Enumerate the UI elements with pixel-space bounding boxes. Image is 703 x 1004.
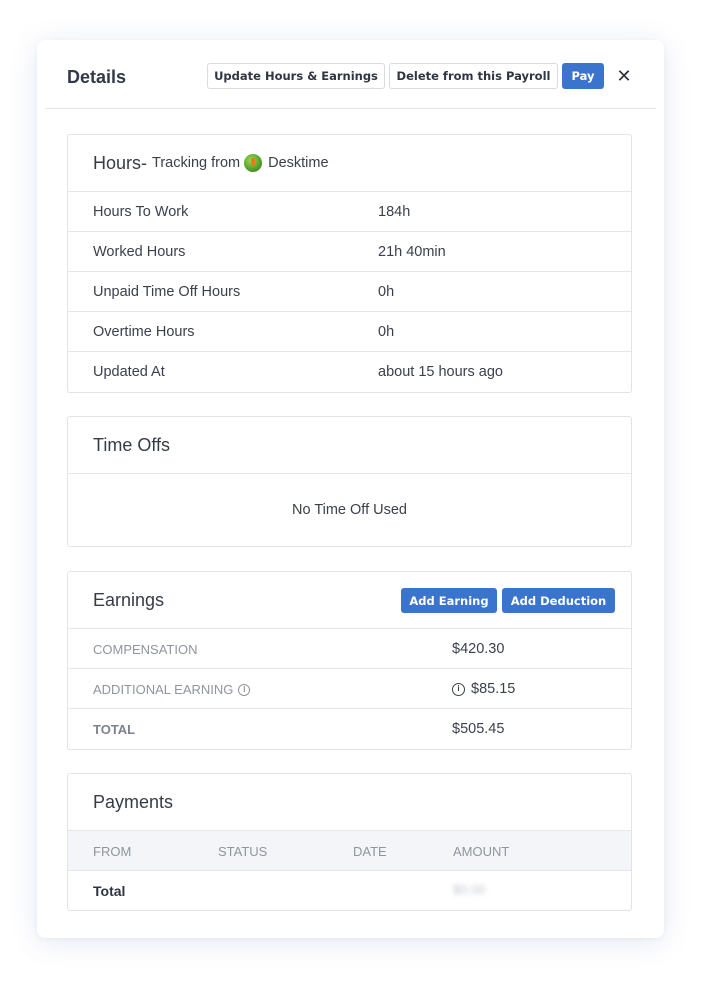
hours-card-header: Hours- Tracking from Desktime: [68, 135, 631, 192]
total-row: TOTAL $505.45: [68, 709, 631, 749]
time-offs-header: Time Offs: [68, 417, 631, 474]
time-offs-title: Time Offs: [93, 434, 171, 455]
payments-total-label: Total: [93, 883, 126, 899]
hours-row: Hours To Work 184h: [68, 192, 631, 232]
info-icon[interactable]: i: [452, 682, 465, 696]
hours-row-label: Hours To Work: [93, 204, 189, 220]
add-deduction-button[interactable]: Add Deduction: [502, 588, 615, 613]
payments-total-amount: $0.00: [453, 882, 486, 897]
compensation-label: COMPENSATION: [93, 642, 198, 657]
payments-total-row: Total $0.00: [68, 871, 631, 910]
hours-row-label: Overtime Hours: [93, 324, 195, 340]
tracking-source: Tracking from Desktime: [152, 154, 329, 172]
hours-row-label: Updated At: [93, 364, 165, 380]
column-header-from: FROM: [93, 844, 132, 859]
total-label: TOTAL: [93, 722, 136, 737]
close-icon[interactable]: ✕: [613, 65, 635, 87]
hours-row-value: about 15 hours ago: [378, 364, 503, 380]
payments-table-header: FROM STATUS DATE AMOUNT: [68, 831, 631, 871]
hours-row-value: 184h: [378, 204, 411, 220]
hours-row-value: 0h: [378, 284, 395, 300]
earnings-title: Earnings: [93, 589, 165, 610]
additional-earning-value: $85.15: [471, 681, 516, 697]
hours-row-value: 0h: [378, 324, 395, 340]
additional-earning-label: ADDITIONAL EARNING: [93, 682, 234, 697]
update-hours-earnings-button[interactable]: Update Hours & Earnings: [207, 63, 385, 89]
column-header-status: STATUS: [218, 844, 268, 859]
details-header: Details Update Hours & Earnings Delete f…: [45, 40, 656, 109]
info-icon[interactable]: i: [238, 683, 251, 696]
tracking-provider: Desktime: [268, 155, 329, 171]
hours-row: Overtime Hours 0h: [68, 312, 631, 352]
payments-title: Payments: [93, 791, 174, 812]
tracking-prefix: Tracking from: [152, 155, 241, 171]
additional-earning-value-wrap: i $85.15: [452, 681, 515, 697]
delete-from-payroll-button[interactable]: Delete from this Payroll: [389, 63, 558, 89]
payments-header: Payments: [68, 774, 631, 831]
pay-button[interactable]: Pay: [562, 63, 604, 89]
compensation-value: $420.30: [452, 641, 505, 657]
hours-title: Hours-: [93, 152, 148, 173]
time-offs-empty-message: No Time Off Used: [292, 502, 407, 518]
total-value: $505.45: [452, 721, 505, 737]
additional-earning-row: ADDITIONAL EARNING i i $85.15: [68, 669, 631, 709]
hours-row-label: Unpaid Time Off Hours: [93, 284, 241, 300]
hours-row: Unpaid Time Off Hours 0h: [68, 272, 631, 312]
column-header-amount: AMOUNT: [453, 844, 510, 859]
earnings-header: Earnings Add Earning Add Deduction: [68, 572, 631, 629]
desktime-logo-icon: [244, 154, 263, 172]
details-panel: Details Update Hours & Earnings Delete f…: [37, 40, 664, 938]
hours-card: Hours- Tracking from Desktime Hours To W…: [67, 134, 632, 393]
payments-card: Payments FROM STATUS DATE AMOUNT Total $…: [67, 773, 632, 911]
additional-earning-label-wrap: ADDITIONAL EARNING i: [93, 682, 251, 697]
time-offs-card: Time Offs No Time Off Used: [67, 416, 632, 547]
add-earning-button[interactable]: Add Earning: [401, 588, 497, 613]
hours-row-value: 21h 40min: [378, 244, 446, 260]
compensation-row: COMPENSATION $420.30: [68, 629, 631, 669]
hours-row: Updated At about 15 hours ago: [68, 352, 631, 392]
earnings-card: Earnings Add Earning Add Deduction COMPE…: [67, 571, 632, 750]
column-header-date: DATE: [353, 844, 387, 859]
page-title: Details: [67, 67, 127, 87]
hours-row: Worked Hours 21h 40min: [68, 232, 631, 272]
hours-row-label: Worked Hours: [93, 244, 186, 260]
